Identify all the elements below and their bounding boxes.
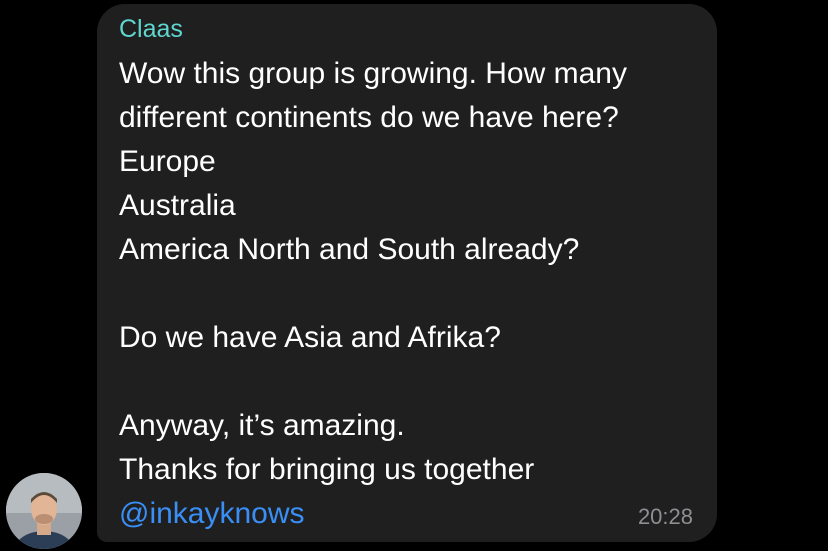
- message-line-blank: [119, 360, 709, 404]
- message-timestamp: 20:28: [637, 504, 693, 529]
- message-line: Wow this group is growing. How many: [119, 57, 627, 90]
- sender-name[interactable]: Claas: [119, 14, 183, 44]
- message-line: Thanks for bringing us together: [119, 453, 535, 486]
- message-line: Do we have Asia and Afrika?: [119, 321, 501, 354]
- message-bubble[interactable]: Claas Wow this group is growing. How man…: [97, 4, 717, 542]
- message-line: Australia: [119, 189, 236, 222]
- avatar[interactable]: [6, 473, 82, 549]
- avatar-photo: [6, 473, 82, 549]
- message-line: different continents do we have here?: [119, 101, 619, 134]
- chat-view: Claas Wow this group is growing. How man…: [0, 0, 828, 551]
- message-line: Europe: [119, 145, 216, 178]
- message-line-blank: [119, 272, 709, 316]
- message-line: America North and South already?: [119, 233, 580, 266]
- mention-link[interactable]: @inkayknows: [119, 492, 709, 536]
- message-text: Wow this group is growing. How many diff…: [119, 52, 709, 536]
- message-line: Anyway, it’s amazing.: [119, 409, 405, 442]
